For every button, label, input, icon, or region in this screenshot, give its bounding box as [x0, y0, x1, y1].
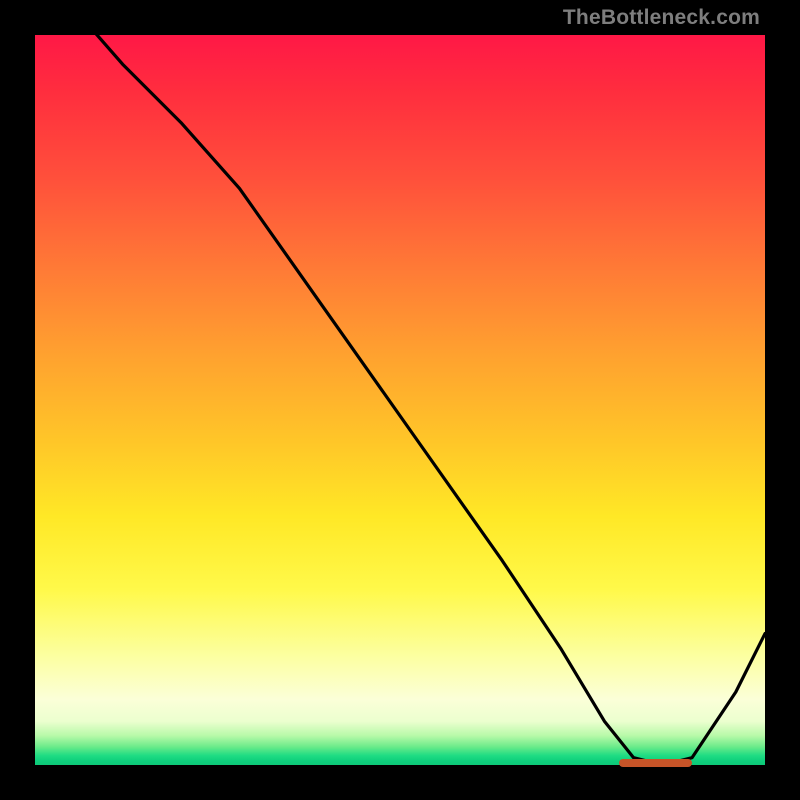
chart-frame: TheBottleneck.com — [0, 0, 800, 800]
plot-area — [35, 35, 765, 765]
bottleneck-curve — [35, 35, 765, 765]
optimal-range-marker — [619, 759, 692, 767]
watermark-text: TheBottleneck.com — [563, 6, 760, 30]
